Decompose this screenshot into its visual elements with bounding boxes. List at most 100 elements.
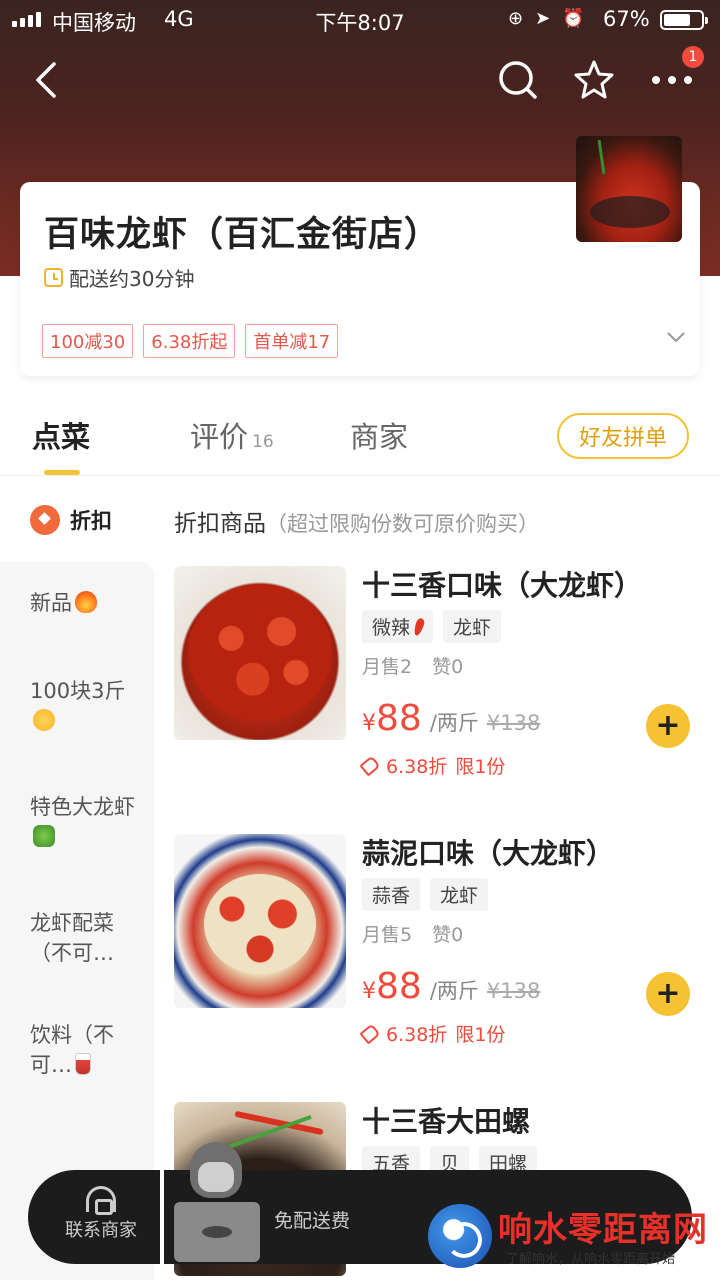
notification-badge: 1 [682,46,704,68]
dragon-icon [33,825,55,847]
alarm-icon: ⏰ [562,8,585,29]
product-tag-label: 微辣 [372,617,411,639]
sidebar-item-100-for-3[interactable]: 100块3斤 [30,676,140,736]
store-logo-image [576,136,682,242]
smiley-icon [33,709,55,731]
promotion-list: 100减30 6.38折起 首单减17 [42,324,339,358]
like-count: 赞0 [432,656,464,678]
category-sidebar: 折扣 新品 100块3斤 特色大龙虾 龙虾配菜（不可… 饮料（不可… [0,478,154,1280]
star-icon [574,60,614,99]
status-bar: 中国移动 4G 下午8:07 ⊕ ➤ ⏰ 67% [0,0,720,40]
product-tag: 龙虾 [443,610,502,643]
back-button[interactable] [22,56,70,104]
product-price: ¥ 88 /两斤 ¥138 [362,698,540,739]
chevron-down-icon[interactable] [666,330,686,344]
discount-rate: 6.38折 [386,756,448,778]
plus-icon: + [655,708,681,743]
like-count: 赞0 [432,924,464,946]
product-price: ¥ 88 /两斤 ¥138 [362,966,540,1007]
discount-info: 6.38折 限1份 [359,1020,506,1047]
chevron-left-icon [36,62,56,98]
tab-merchant[interactable]: 商家 [350,414,408,456]
product-name: 十三香大田螺 [362,1105,531,1138]
favorite-button[interactable] [570,56,618,104]
monthly-sales: 月售5 [362,924,413,946]
rotation-lock-icon: ⊕ [508,8,524,29]
sidebar-item-label: 折扣 [70,509,112,533]
product-name: 蒜泥口味（大龙虾） [362,837,615,870]
battery-icon [660,10,708,30]
product-stats: 月售2 赞0 [362,652,463,679]
store-name: 百味龙虾（百汇金街店） [44,215,441,255]
discount-icon [30,505,60,535]
section-title-label: 折扣商品 [174,511,266,537]
add-to-cart-button[interactable]: + [646,704,690,748]
watermark-title: 响水零距离网 [498,1210,708,1250]
watermark-logo-icon [428,1204,492,1268]
discount-info: 6.38折 限1份 [359,752,506,779]
price-tag-icon [359,1022,381,1045]
purchase-limit: 限1份 [455,1024,506,1046]
headset-icon [86,1186,116,1215]
drink-cup-icon [75,1053,91,1075]
tab-bar: 点菜 评价 16 商家 好友拼单 [0,400,720,476]
discount-rate: 6.38折 [386,1024,448,1046]
tab-reviews-label: 评价 [190,420,249,454]
sidebar-item-drinks[interactable]: 饮料（不可… [30,1020,140,1080]
battery-percent: 67% [603,7,650,31]
promo-tag: 100减30 [42,324,134,358]
purchase-limit: 限1份 [455,756,506,778]
product-tags: 微辣 龙虾 [362,610,502,643]
product-name: 十三香口味（大龙虾） [362,569,643,602]
price-value: 88 [376,966,422,1007]
section-note: （超过限购份数可原价购买） [266,512,539,536]
price-tag-icon [359,754,381,777]
product-image [174,566,346,740]
product-stats: 月售5 赞0 [362,920,463,947]
watermark-subtitle: 了解响水，从响水零距离开始 [506,1252,676,1267]
contact-label: 联系商家 [65,1220,137,1241]
sidebar-item-special-lobster[interactable]: 特色大龙虾 [30,792,140,852]
promo-tag: 首单减17 [245,324,339,358]
active-tab-indicator [44,470,80,475]
tab-menu[interactable]: 点菜 [32,414,90,456]
cart-divider [160,1170,164,1264]
search-button[interactable] [494,56,542,104]
monthly-sales: 月售2 [362,656,413,678]
product-item[interactable]: 十三香口味（大龙虾） 微辣 龙虾 月售2 赞0 ¥ 88 /两斤 ¥138 6.… [174,566,704,806]
delivery-courier-icon[interactable] [168,1142,264,1268]
price-value: 88 [376,698,422,739]
group-order-button[interactable]: 好友拼单 [557,413,689,459]
clock-icon [44,268,63,287]
product-image [174,834,346,1008]
sidebar-item-label: 龙虾配菜（不可… [30,911,114,965]
promo-tag: 6.38折起 [143,324,236,358]
add-to-cart-button[interactable]: + [646,972,690,1016]
original-price: ¥138 [486,711,541,735]
sidebar-item-side-dishes[interactable]: 龙虾配菜（不可… [30,908,140,968]
product-tag: 微辣 [362,610,434,643]
product-item[interactable]: 蒜泥口味（大龙虾） 蒜香 龙虾 月售5 赞0 ¥ 88 /两斤 ¥138 6.3… [174,834,704,1074]
reviews-count: 16 [252,432,274,452]
product-tag: 龙虾 [430,878,489,911]
currency-symbol: ¥ [362,711,376,736]
plus-icon: + [655,976,681,1011]
free-delivery-label: 免配送费 [274,1210,351,1232]
sidebar-item-label: 饮料（不可… [30,1023,114,1077]
sidebar-item-new[interactable]: 新品 [30,588,140,618]
location-icon: ➤ [535,8,551,29]
sidebar-item-label: 100块3斤 [30,679,126,703]
search-icon [499,61,537,99]
price-unit: /两斤 [429,979,479,1003]
more-icon [652,76,692,84]
sidebar-item-discount[interactable]: 折扣 [0,478,154,562]
delivery-info: 配送约30分钟 [44,263,194,292]
tab-reviews[interactable]: 评价 16 [190,414,274,456]
sidebar-item-label: 特色大龙虾 [30,795,135,819]
chili-icon [412,616,426,637]
contact-merchant-button[interactable]: 联系商家 [56,1186,146,1242]
product-tag: 蒜香 [362,878,421,911]
delivery-time: 配送约30分钟 [69,267,195,291]
original-price: ¥138 [486,979,541,1003]
watermark: 响水零距离网 了解响水，从响水零距离开始 [428,1200,720,1280]
